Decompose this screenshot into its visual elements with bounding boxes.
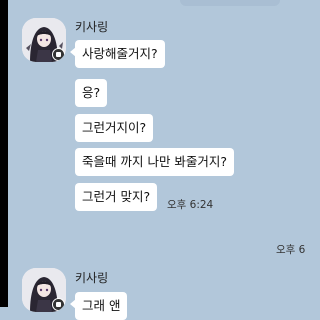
message-timestamp: 오후 6:24 bbox=[167, 199, 214, 211]
message-bubble[interactable]: 응? bbox=[75, 79, 108, 107]
message-bubble[interactable]: 그래 앤 bbox=[69, 292, 128, 320]
profile-badge-icon bbox=[52, 48, 65, 61]
sender-avatar[interactable] bbox=[22, 18, 66, 62]
message-bubble[interactable]: 사랑해줄거지? bbox=[70, 40, 165, 68]
sender-avatar[interactable] bbox=[22, 268, 66, 312]
message-bubble[interactable]: 죽을때 까지 나만 봐줄거지? bbox=[75, 148, 235, 176]
message-bubble[interactable]: 그런거 맞지? bbox=[75, 183, 158, 211]
sender-name: 키사링 bbox=[75, 20, 109, 34]
sender-name: 키사링 bbox=[75, 271, 109, 285]
previous-bubble-edge bbox=[180, 0, 280, 6]
message-bubble[interactable]: 그런거지이? bbox=[75, 114, 154, 142]
right-message-timestamp: 오후 6 bbox=[276, 244, 306, 256]
profile-badge-icon bbox=[52, 298, 65, 311]
window-edge bbox=[0, 0, 8, 307]
